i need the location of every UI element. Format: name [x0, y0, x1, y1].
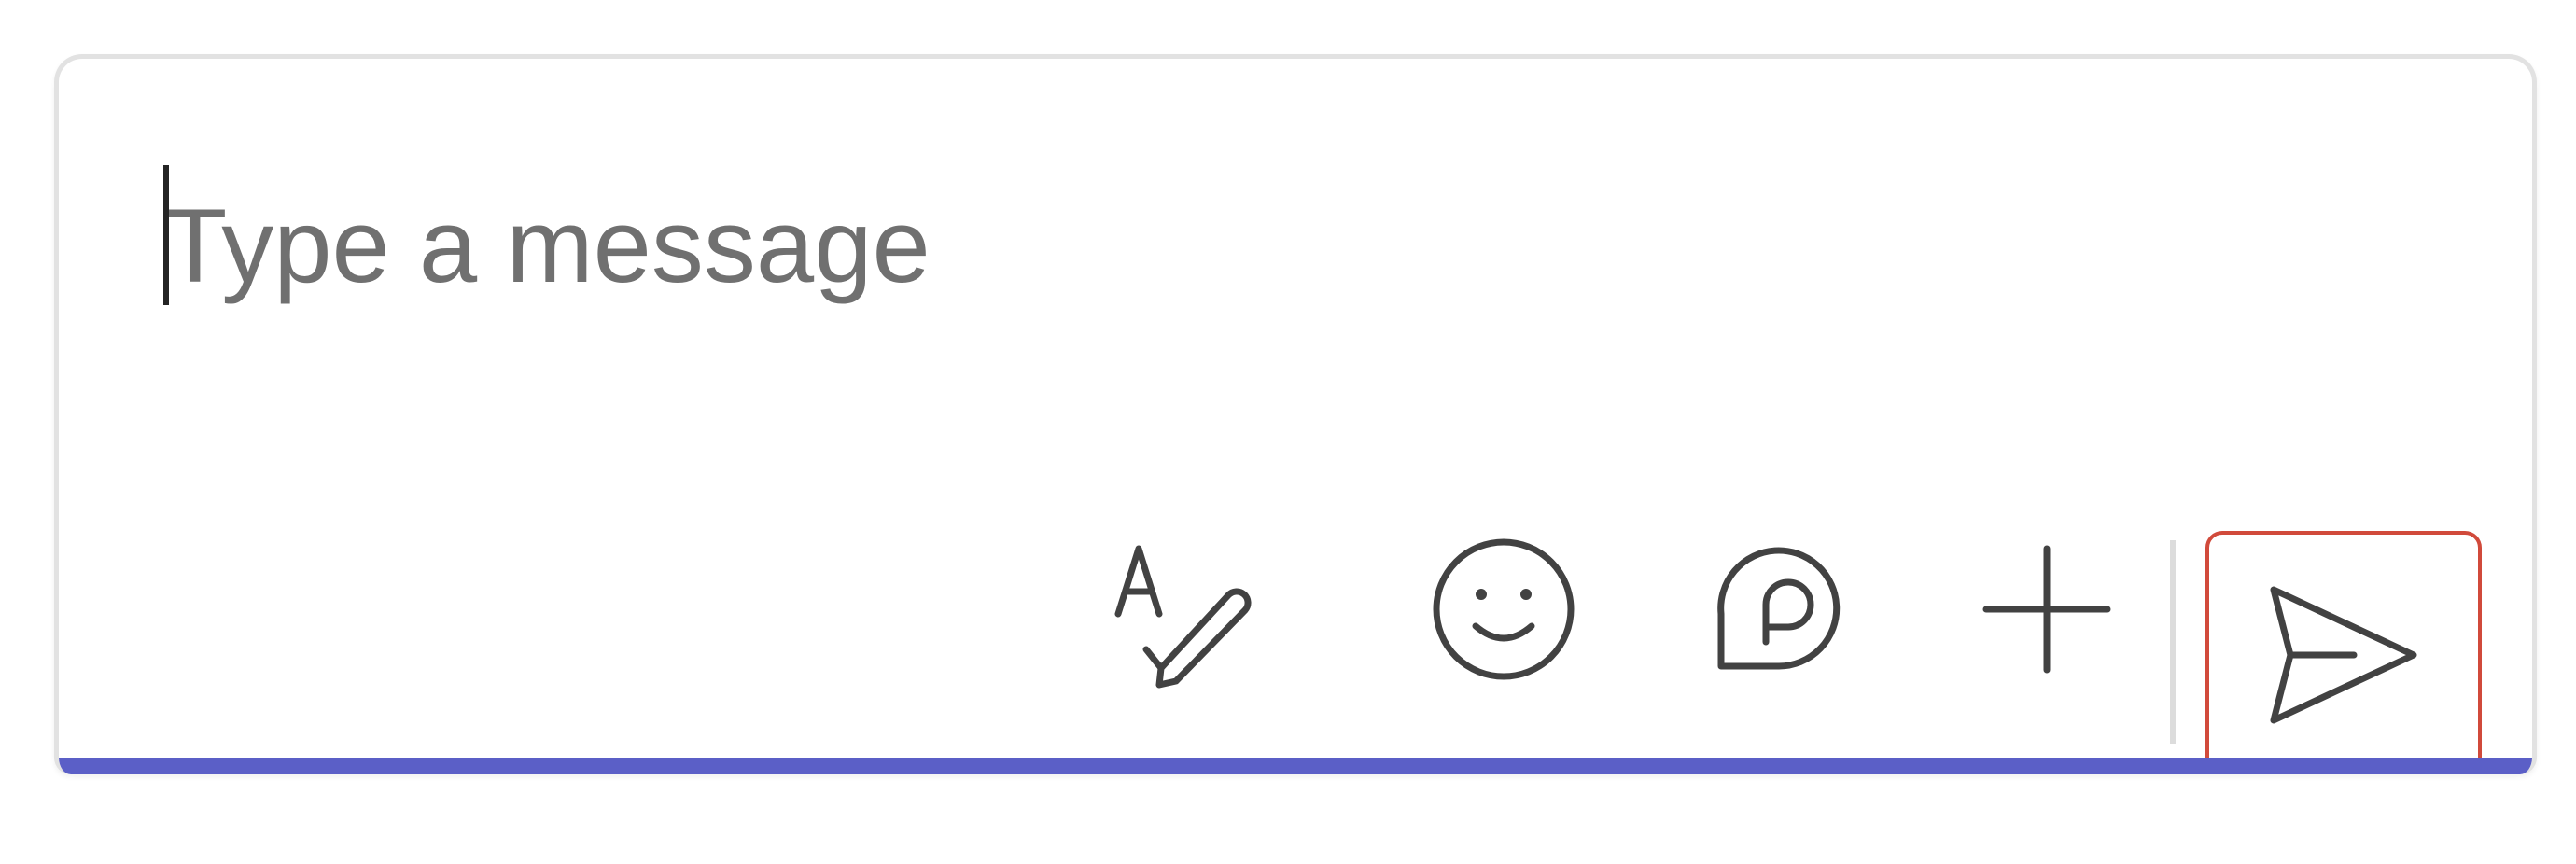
message-composer [54, 54, 2537, 774]
format-text-pen-icon [1114, 545, 1252, 689]
plus-icon [1982, 545, 2111, 674]
attach-button[interactable] [1963, 525, 2131, 693]
loop-button[interactable] [1694, 525, 1862, 693]
composer-toolbar [59, 479, 2532, 774]
smiley-face-icon [1433, 538, 1575, 680]
toolbar-divider [2170, 540, 2176, 744]
emoji-button[interactable] [1420, 525, 1588, 693]
message-input[interactable] [163, 171, 2310, 320]
text-caret [163, 165, 169, 305]
focus-accent-bar [59, 758, 2532, 774]
loop-component-icon [1717, 547, 1841, 670]
format-button[interactable] [1100, 525, 1268, 693]
send-arrow-icon [2270, 586, 2417, 724]
send-button[interactable] [2205, 531, 2482, 774]
